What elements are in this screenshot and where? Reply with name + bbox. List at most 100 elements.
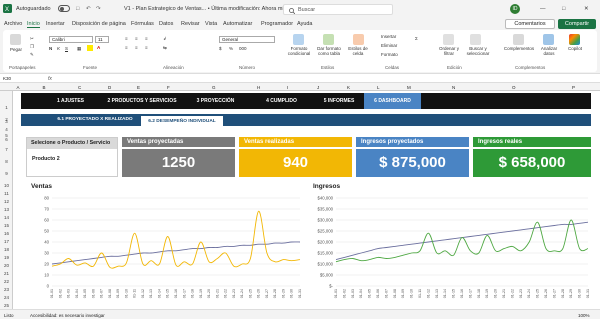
currency-icon[interactable]: $ <box>219 46 222 51</box>
column-header[interactable]: H <box>257 85 260 90</box>
autosave-toggle[interactable] <box>58 5 70 12</box>
nav-tab[interactable]: 3 PROYECCIÓN <box>182 93 249 109</box>
insert-cells-button[interactable]: Insertar <box>381 34 396 39</box>
column-header[interactable]: F <box>167 85 170 90</box>
menu-vista[interactable]: Vista <box>205 21 217 27</box>
row-header[interactable]: 22 <box>0 279 13 284</box>
nav-tab[interactable]: 4 CUMPLIDO <box>249 93 314 109</box>
column-header[interactable]: L <box>377 85 380 90</box>
row-header[interactable]: 18 <box>0 247 13 252</box>
thousands-icon[interactable]: 000 <box>239 46 247 51</box>
cell-styles-icon[interactable] <box>353 34 364 45</box>
menu-programador[interactable]: Programador <box>261 21 293 27</box>
column-header[interactable]: A <box>17 85 20 90</box>
row-header[interactable]: 25 <box>0 303 13 308</box>
paste-icon[interactable] <box>10 34 21 45</box>
row-header[interactable]: 20 <box>0 263 13 268</box>
row-header[interactable]: 7 <box>0 147 13 152</box>
analyze-data-icon[interactable] <box>543 34 554 45</box>
font-name-select[interactable]: Calibri <box>49 36 93 43</box>
nav-tab[interactable]: 1 AJUSTES <box>39 93 102 109</box>
row-header[interactable]: 1 <box>0 105 13 110</box>
align-middle-icon[interactable]: ≡ <box>135 36 138 41</box>
merge-icon[interactable]: ⇆ <box>163 45 167 51</box>
cell-styles-button[interactable]: Estilos de celda <box>346 46 370 56</box>
row-header[interactable]: 8 <box>0 159 13 164</box>
conditional-format-icon[interactable] <box>293 34 304 45</box>
column-header[interactable]: J <box>317 85 319 90</box>
align-bottom-icon[interactable]: ≡ <box>145 36 148 41</box>
conditional-format-button[interactable]: Formato condicional <box>285 46 313 56</box>
menu-insertar[interactable]: Insertar <box>46 21 65 27</box>
row-header[interactable]: 12 <box>0 199 13 204</box>
row-header[interactable]: 10 <box>0 183 13 188</box>
row-header[interactable]: 14 <box>0 215 13 220</box>
italic-button[interactable]: K <box>57 46 60 51</box>
accessibility-status[interactable]: Accesibilidad: es necesario investigar <box>30 313 105 318</box>
nav-tab[interactable]: 2 PRODUCTOS Y SERVICIOS <box>102 93 182 109</box>
row-header[interactable]: 21 <box>0 271 13 276</box>
wrap-text-icon[interactable]: ↲ <box>163 36 167 42</box>
column-header[interactable]: E <box>137 85 140 90</box>
column-header[interactable]: I <box>287 85 288 90</box>
column-header[interactable]: K <box>347 85 350 90</box>
format-table-icon[interactable] <box>323 34 334 45</box>
paste-button[interactable]: Pegar <box>7 47 25 52</box>
cut-icon[interactable]: ✂ <box>30 36 34 42</box>
row-header[interactable]: 3 <box>0 119 13 124</box>
avatar[interactable]: ID <box>510 4 520 14</box>
subnav-tab[interactable]: 6.2 DESEMPEÑO INDIVIDUAL <box>141 114 223 126</box>
row-header[interactable]: 19 <box>0 255 13 260</box>
redo-icon[interactable]: ↷ <box>96 6 101 12</box>
autosum-icon[interactable]: Σ <box>415 36 418 41</box>
comments-button[interactable]: Comentarios <box>505 19 555 29</box>
row-header[interactable]: 13 <box>0 207 13 212</box>
row-header[interactable]: 17 <box>0 239 13 244</box>
sort-filter-icon[interactable] <box>443 34 454 45</box>
row-header[interactable]: 16 <box>0 231 13 236</box>
number-format-select[interactable]: General <box>219 36 275 43</box>
formula-input[interactable] <box>60 75 595 82</box>
zoom-level[interactable]: 100% <box>578 313 590 318</box>
column-header[interactable]: P <box>572 85 575 90</box>
search-box[interactable]: Buscar <box>283 4 393 15</box>
menu-disposici-n-de-p-gina[interactable]: Disposición de página <box>72 21 126 27</box>
save-icon[interactable]: □ <box>76 6 79 12</box>
column-header[interactable]: N <box>452 85 455 90</box>
delete-cells-button[interactable]: Eliminar <box>381 43 397 48</box>
align-right-icon[interactable]: ≡ <box>145 45 148 50</box>
column-header[interactable]: M <box>407 85 411 90</box>
nav-tab[interactable]: 5 INFORMES <box>314 93 364 109</box>
row-header[interactable]: 23 <box>0 287 13 292</box>
column-header[interactable]: G <box>212 85 216 90</box>
align-top-icon[interactable]: ≡ <box>125 36 128 41</box>
menu-f-rmulas[interactable]: Fórmulas <box>131 21 154 27</box>
menu-ayuda[interactable]: Ayuda <box>297 21 313 27</box>
row-header[interactable]: 11 <box>0 191 13 196</box>
subnav-tab[interactable]: 6.1 PROYECTADO X REALIZADO <box>51 114 139 126</box>
minimize-icon[interactable]: — <box>540 6 546 12</box>
find-select-button[interactable]: Buscar y seleccionar <box>463 46 493 56</box>
restore-icon[interactable]: □ <box>562 6 565 12</box>
addins-icon[interactable] <box>513 34 524 45</box>
row-header[interactable]: 9 <box>0 171 13 176</box>
copy-icon[interactable]: ❐ <box>30 44 34 50</box>
borders-icon[interactable]: ▦ <box>77 46 81 52</box>
menu-revisar[interactable]: Revisar <box>181 21 200 27</box>
name-box[interactable]: K30 <box>3 76 33 82</box>
align-left-icon[interactable]: ≡ <box>125 45 128 50</box>
column-header[interactable]: O <box>512 85 516 90</box>
menu-archivo[interactable]: Archivo <box>4 21 22 27</box>
row-header[interactable]: 6 <box>0 137 13 142</box>
nav-tab[interactable]: 6 DASHBOARD <box>364 93 421 109</box>
column-header[interactable]: B <box>43 85 46 90</box>
row-header[interactable]: 24 <box>0 295 13 300</box>
fill-color-icon[interactable] <box>87 45 93 51</box>
format-painter-icon[interactable]: ✎ <box>30 52 34 58</box>
close-icon[interactable]: ✕ <box>584 6 589 12</box>
format-cells-button[interactable]: Formato <box>381 52 398 57</box>
addins-button[interactable]: Complementos <box>503 46 535 51</box>
font-size-select[interactable]: 11 <box>95 36 109 43</box>
selector-value[interactable]: Producto 2 <box>27 149 117 162</box>
row-header[interactable]: 15 <box>0 223 13 228</box>
